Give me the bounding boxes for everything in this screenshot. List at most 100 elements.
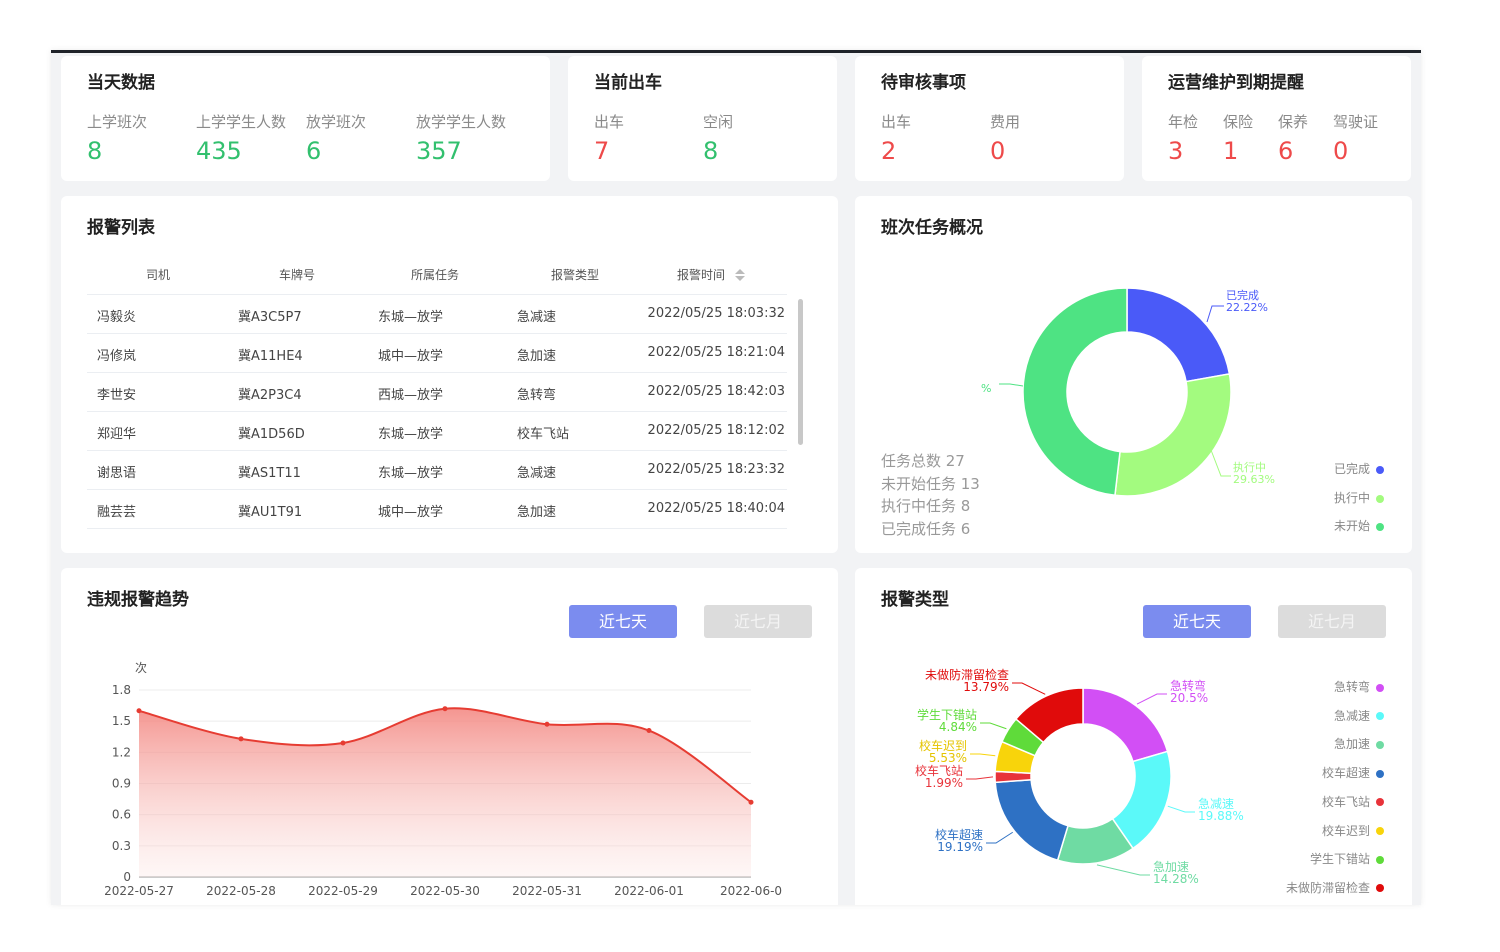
table-scrollbar[interactable]	[798, 299, 803, 445]
stat-label: 保养	[1278, 113, 1309, 131]
y-tick-label: 1.8	[112, 683, 131, 697]
table-row[interactable]: 郑迎华 冀A1D56D 东城—放学 校车飞站 2022/05/25 18:12:…	[87, 411, 787, 450]
y-tick-label: 0.6	[112, 808, 131, 822]
col-plate: 车牌号	[279, 268, 316, 282]
cell-plate: 冀AS1T11	[238, 466, 301, 481]
stat-label: 保险	[1223, 113, 1254, 131]
trend-area	[139, 708, 751, 877]
slice-1[interactable]	[1114, 373, 1232, 497]
y-tick-label: 1.5	[112, 714, 131, 728]
legend-dot	[1376, 522, 1384, 531]
slice-2[interactable]	[1022, 287, 1128, 497]
sort-icon[interactable]	[734, 269, 745, 281]
cell-type: 急转弯	[517, 388, 557, 403]
legend-inprogress[interactable]: 执行中	[1334, 489, 1384, 506]
table-row[interactable]: 冯毅炎 冀A3C5P7 东城—放学 急减速 2022/05/25 18:03:3…	[87, 294, 787, 333]
x-tick-label: 2022-06-0	[720, 884, 782, 898]
slice-0[interactable]	[1082, 687, 1169, 763]
cell-type: 校车飞站	[517, 427, 570, 442]
legend-dot	[1376, 683, 1384, 692]
slice-pct: 19.19%	[937, 840, 983, 854]
stat-pending-cost[interactable]: 费用 0	[990, 111, 1020, 165]
stat-value: 2	[881, 137, 897, 165]
legend-label: 急转弯	[1333, 680, 1370, 694]
today-data-card: 当天数据 上学班次 8 上学学生人数 435 放学班次 6 放学学生人数 357	[61, 56, 550, 181]
legend-completed[interactable]: 已完成	[1334, 460, 1384, 477]
stat-value: 1	[1223, 137, 1239, 165]
y-tick-label: 0.3	[112, 839, 131, 853]
leader-line	[970, 753, 996, 757]
legend-item-5[interactable]: 校车迟到	[1322, 822, 1384, 839]
legend-dot	[1376, 827, 1384, 835]
legend-item-0[interactable]: 急转弯	[1334, 678, 1384, 695]
legend-item-4[interactable]: 校车飞站	[1322, 793, 1384, 810]
legend-item-7[interactable]: 未做防滞留检查	[1286, 879, 1384, 896]
cell-type: 急加速	[517, 505, 557, 520]
stat-down-trips: 放学班次 6	[306, 111, 366, 165]
stat-value: 357	[416, 137, 462, 165]
cell-plate: 冀A3C5P7	[238, 310, 302, 325]
slice-0[interactable]	[1126, 287, 1231, 383]
cell-driver: 李世安	[97, 388, 137, 403]
pending-review-title: 待审核事项	[881, 73, 966, 93]
table-row[interactable]: 谢思语 冀AS1T11 东城—放学 急减速 2022/05/25 18:23:3…	[87, 450, 787, 489]
alarm-list-title: 报警列表	[87, 218, 155, 238]
cell-time: 2022/05/25 18:21:04	[647, 345, 785, 360]
legend-item-2[interactable]: 急加速	[1334, 735, 1384, 752]
legend-label: 校车超速	[1321, 766, 1370, 781]
table-row[interactable]: 融芸芸 冀AU1T91 城中—放学 急加速 2022/05/25 18:40:0…	[87, 489, 787, 529]
stat-label: 年检	[1168, 113, 1199, 131]
stat-up-students: 上学学生人数 435	[196, 111, 286, 165]
legend-label: 校车飞站	[1321, 794, 1370, 809]
cell-task: 东城—放学	[378, 466, 444, 481]
data-point[interactable]	[646, 728, 652, 734]
current-vehicles-card: 当前出车 出车 7 空闲 8	[568, 56, 837, 181]
data-point[interactable]	[748, 799, 754, 805]
summary-inprogress: 执行中任务 8	[881, 497, 971, 515]
stat-value: 3	[1168, 137, 1184, 165]
stat-value: 435	[196, 137, 242, 165]
legend-dot	[1376, 740, 1384, 749]
leader-inprogress	[1210, 449, 1231, 477]
stat-pending-out[interactable]: 出车 2	[881, 111, 911, 165]
alarm-table-body: 冯毅炎 冀A3C5P7 东城—放学 急减速 2022/05/25 18:03:3…	[87, 294, 787, 529]
table-row[interactable]: 李世安 冀A2P3C4 西城—放学 急转弯 2022/05/25 18:42:0…	[87, 372, 787, 411]
slice-pct: 4.84%	[939, 720, 977, 734]
x-tick-label: 2022-05-28	[206, 884, 276, 898]
slice-pct: 1.99%	[925, 776, 963, 790]
legend-dot	[1376, 769, 1384, 778]
legend-dot	[1376, 798, 1384, 807]
x-tick-label: 2022-05-30	[410, 884, 480, 898]
data-point[interactable]	[544, 721, 550, 727]
label-inprogress-pct: 29.63%	[1233, 473, 1275, 486]
col-time[interactable]: 报警时间	[677, 266, 745, 283]
stat-down-students: 放学学生人数 357	[416, 111, 506, 165]
summary-total: 任务总数 27	[881, 452, 965, 470]
stat-value: 0	[1333, 137, 1349, 165]
legend-label: 未开始	[1333, 519, 1370, 533]
slice-pct: 14.28%	[1153, 872, 1199, 886]
table-row[interactable]: 冯修岚 冀A11HE4 城中—放学 急加速 2022/05/25 18:21:0…	[87, 333, 787, 372]
legend-label: 急减速	[1333, 708, 1370, 723]
stat-label: 上学班次	[87, 113, 148, 131]
data-point[interactable]	[442, 706, 448, 712]
leader-line	[980, 722, 1007, 730]
legend-item-6[interactable]: 学生下错站	[1310, 850, 1384, 867]
stat-value: 0	[990, 137, 1006, 165]
cell-task: 城中—放学	[378, 349, 444, 364]
legend-item-1[interactable]: 急减速	[1334, 707, 1384, 724]
data-point[interactable]	[340, 740, 346, 746]
stat-inspection: 年检 3	[1168, 111, 1198, 165]
legend-dot	[1376, 494, 1384, 503]
legend-notstarted[interactable]: 未开始	[1334, 517, 1384, 534]
leader-notstarted	[999, 383, 1024, 387]
legend-item-3[interactable]: 校车超速	[1322, 764, 1384, 781]
slice-pct: 5.53%	[929, 751, 967, 765]
stat-value: 8	[703, 137, 719, 165]
today-data-title: 当天数据	[87, 73, 155, 93]
cell-time: 2022/05/25 18:12:02	[647, 423, 785, 438]
dashboard-frame: 当天数据 上学班次 8 上学学生人数 435 放学班次 6 放学学生人数 357…	[51, 50, 1421, 905]
data-point[interactable]	[136, 708, 142, 714]
slice-3[interactable]	[994, 778, 1069, 862]
data-point[interactable]	[238, 736, 244, 742]
